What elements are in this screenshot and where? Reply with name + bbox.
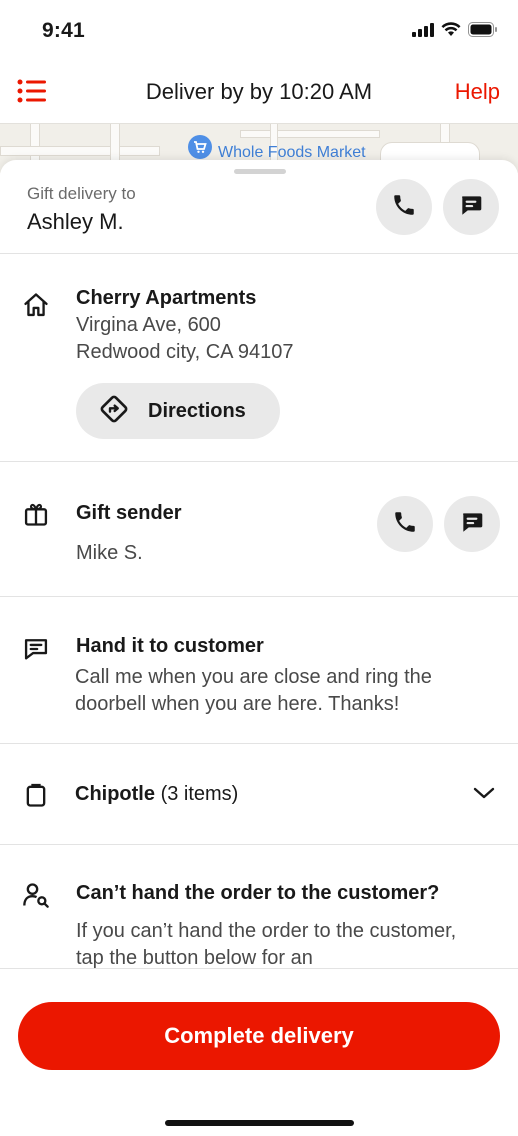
bag-icon: [22, 781, 50, 809]
store-pin-icon: [188, 135, 212, 159]
order-summary: Chipotle (3 items): [75, 783, 238, 806]
recipient-name: Ashley M.: [27, 209, 124, 234]
address-line2: Redwood city, CA 94107: [76, 341, 294, 363]
phone-icon: [392, 509, 418, 540]
map-road: [0, 146, 160, 156]
phone-icon: [391, 192, 417, 223]
instructions-title: Hand it to customer: [76, 635, 264, 657]
recipient-section: Gift delivery to Ashley M.: [0, 160, 518, 254]
gift-sender-name: Mike S.: [76, 542, 143, 564]
problem-section: Can’t hand the order to the customer? If…: [0, 845, 518, 985]
directions-label: Directions: [148, 399, 246, 422]
problem-title: Can’t hand the order to the customer?: [76, 882, 440, 904]
navigation-bar: Deliver by by 10:20 AM Help: [0, 62, 518, 124]
battery-icon: [468, 22, 498, 42]
message-sender-button[interactable]: [444, 496, 500, 552]
chevron-down-icon: [472, 787, 496, 806]
cellular-signal-icon: [412, 22, 434, 42]
address-line1: Virgina Ave, 600: [76, 314, 221, 336]
recipient-caption: Gift delivery to: [27, 184, 136, 203]
gift-icon: [22, 500, 50, 528]
home-icon: [22, 291, 50, 319]
message-recipient-button[interactable]: [443, 179, 499, 235]
wifi-icon: [441, 22, 461, 42]
person-search-icon: [22, 881, 50, 909]
order-section[interactable]: Chipotle (3 items): [0, 744, 518, 845]
status-icons: [412, 22, 498, 42]
status-time: 9:41: [42, 19, 85, 42]
page-title: Deliver by by 10:20 AM: [145, 79, 373, 104]
address-section: Cherry Apartments Virgina Ave, 600 Redwo…: [0, 254, 518, 462]
gift-sender-title: Gift sender: [76, 502, 182, 524]
chat-icon: [459, 509, 485, 540]
problem-text: If you can’t hand the order to the custo…: [76, 920, 457, 969]
call-recipient-button[interactable]: [376, 179, 432, 235]
instructions-section: Hand it to customer Call me when you are…: [0, 597, 518, 744]
expand-order-button[interactable]: [472, 784, 496, 807]
status-bar: 9:41: [0, 0, 518, 62]
gift-sender-section: Gift sender Mike S.: [0, 462, 518, 597]
footer: Complete delivery: [0, 968, 518, 1136]
complete-delivery-button[interactable]: Complete delivery: [18, 1002, 500, 1070]
chat-icon: [458, 192, 484, 223]
map-road: [240, 130, 380, 138]
help-link[interactable]: Help: [455, 79, 500, 105]
directions-button[interactable]: Directions: [76, 383, 280, 439]
instructions-text: Call me when you are close and ring the …: [75, 666, 432, 715]
address-building: Cherry Apartments: [76, 287, 257, 309]
home-indicator[interactable]: [165, 1120, 354, 1126]
call-sender-button[interactable]: [377, 496, 433, 552]
order-store: Chipotle: [75, 783, 155, 805]
directions-icon: [98, 393, 130, 430]
message-icon: [22, 635, 50, 663]
order-count: (3 items): [160, 783, 239, 805]
